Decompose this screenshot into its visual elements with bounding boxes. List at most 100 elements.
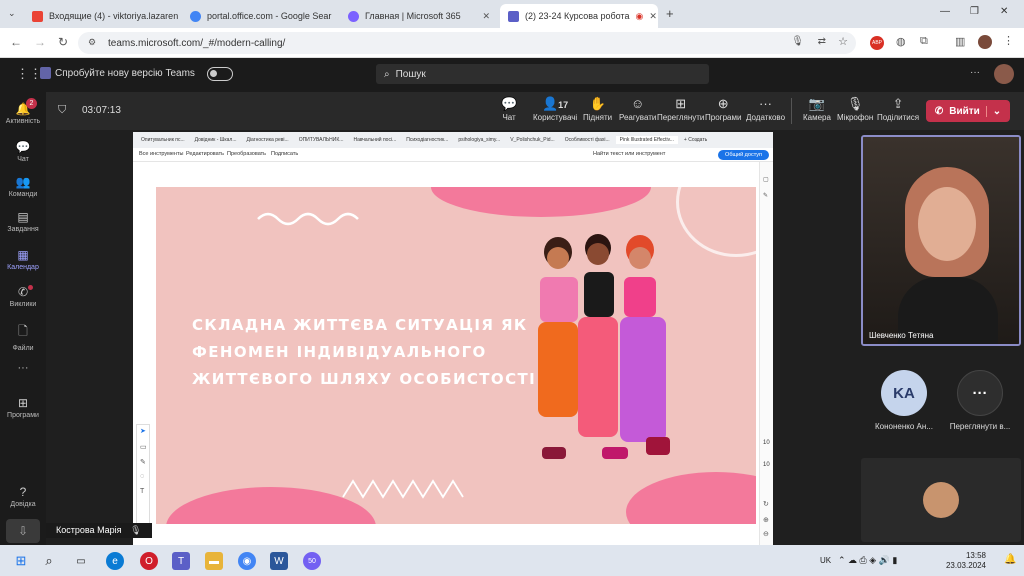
browser-tab-microsoft365[interactable]: Главная | Microsoft 365 ✕ [340,4,498,28]
close-window-icon[interactable]: ✕ [1000,6,1008,17]
more-actions-button[interactable]: ··· Додатково [746,96,785,122]
shared-tab: Опитувальник пс... [141,137,185,143]
reload-icon[interactable]: ↻ [58,35,68,49]
rail-item-help[interactable]: ? Довідка [0,485,46,508]
chrome-icon[interactable]: ◉ [238,552,256,570]
participants-panel: Шевченко Тетяна KA Кононенко Ан... ··· П… [854,130,1024,545]
shared-tab: Психодіагностик... [406,137,449,143]
rail-label: Програми [7,412,39,419]
participants-count: 17 [558,100,569,110]
viber-badge: 50 [308,557,316,565]
refresh-icon: ↻ [763,501,769,508]
close-icon[interactable]: ✕ [482,11,490,22]
raise-hand-button[interactable]: ✋ Підняти [583,96,612,122]
search-input[interactable]: ⌕ Пошук [376,64,709,84]
task-view-icon[interactable]: ▭ [72,552,90,570]
forward-icon[interactable]: → [34,35,46,49]
viber-icon[interactable]: 50 [303,552,321,570]
extension-globe-icon[interactable]: ◍ [896,35,906,48]
react-button[interactable]: ☺ Реагувати [619,96,656,122]
presenter-name-tag: Кострова Марія 🎙 [46,523,152,538]
close-icon[interactable]: ✕ [649,11,657,22]
back-icon[interactable]: ← [10,35,22,49]
browser-menu-icon[interactable]: ⋮ [1003,34,1014,47]
emoji-icon: ☺ [631,96,645,111]
user-avatar[interactable] [994,64,1014,84]
meeting-stage: Опитувальник пс... Довідник - Шкал... Діаг… [46,130,854,546]
participant-name: Кононенко Ан... [875,422,933,431]
windows-start-icon[interactable]: ⊞ [12,552,30,570]
adblock-icon[interactable]: ABP [870,36,884,50]
phone-icon: ✆ [17,285,29,299]
notifications-icon[interactable]: 🔔 [1004,554,1016,565]
participant-video-tile[interactable]: Шевченко Тетяна [861,135,1021,346]
leave-button[interactable]: ✆ Вийти ⌄ [926,100,1010,122]
slide-title-line: ФЕНОМЕН ІНДИВІДУАЛЬНОГО [192,343,487,361]
system-clock[interactable]: 13:58 23.03.2024 [946,551,986,571]
close-icon[interactable]: ✕ [337,11,338,22]
rail-item-calendar[interactable]: ▦ Календар [0,248,46,271]
restore-icon[interactable]: ❐ [970,6,979,17]
new-teams-toggle[interactable] [207,67,233,81]
profile-avatar[interactable] [978,35,992,49]
mic-icon[interactable]: 🎙 [791,36,804,47]
browser-tab-google[interactable]: portal.office.com - Google Sear ✕ [182,4,338,28]
participant-tile-ka[interactable]: KA Кононенко Ан... [872,370,936,431]
download-button[interactable]: ⇩ [6,519,40,543]
view-button[interactable]: ⊞ Переглянути [657,96,704,122]
minimize-icon[interactable]: — [940,6,950,17]
teams-header: ⋮⋮ Спробуйте нову версію Teams ⌕ Пошук ·… [0,58,1024,92]
microphone-button[interactable]: 🎙 Мікрофон [837,96,873,122]
rail-item-activity[interactable]: 🔔 2 Активність [0,98,46,125]
rail-item-assignments[interactable]: ▤ Завдання [0,210,46,233]
share-button[interactable]: ⇪ Поділитися [877,96,919,122]
shared-tab: Діагностика реві... [246,137,289,143]
mic-muted-icon: 🎙 [130,525,142,535]
tab-search-icon[interactable]: ⌄ [8,8,16,19]
rail-item-files[interactable]: 🗋 Файли [0,322,46,352]
rail-item-apps[interactable]: ⊞ Програми [0,396,46,419]
app-launcher-icon[interactable]: ⋮⋮ [16,66,42,82]
opera-icon[interactable]: O [140,552,158,570]
rail-item-more[interactable]: ··· [0,362,46,374]
tab-label: portal.office.com - Google Sear [207,11,332,21]
people-button[interactable]: 👤17 Користувачі [533,96,577,122]
microsoft365-icon [348,10,359,22]
file-explorer-icon[interactable]: ▬ [205,552,223,570]
camera-button[interactable]: 📷 Камера [803,96,831,122]
shared-pdf-sidebar: ▢ ✎ 10 10 ↻ ⊕ ⊖ [759,162,773,546]
rail-item-teams[interactable]: 👥 Команди [0,175,46,198]
browser-tab-teams[interactable]: (2) 23-24 Курсова робота ◉ ✕ [500,4,658,28]
self-video-tile[interactable] [861,458,1021,542]
url-input[interactable]: ⚙ teams.microsoft.com/_#/modern-calling/… [78,32,856,54]
site-info-icon[interactable]: ⚙ [88,37,96,48]
translate-icon[interactable]: ⇄ [818,36,826,47]
presenter-name: Кострова Марія [56,525,122,535]
side-panel-icon[interactable]: ▥ [955,35,965,48]
bookmark-star-icon[interactable]: ☆ [838,35,848,48]
tray-icons[interactable]: ⌃ ☁ ⎙ ◈ 🔊 ▮ [838,555,897,566]
new-tab-icon[interactable]: + [666,6,674,21]
meeting-timer: 03:07:13 [82,105,121,116]
button-label: Додатково [746,113,786,122]
teams-taskbar-icon[interactable]: T [172,552,190,570]
browser-tab-bar: ⌄ Входящие (4) - viktoriya.lazaren ✕ por… [0,0,1024,28]
windows-taskbar: ⊞ ⌕ ▭ e O T ▬ ◉ W 50 UK ⌃ ☁ ⎙ ◈ 🔊 ▮ 13:5… [0,545,1024,576]
more-icon: ··· [17,362,29,374]
edge-icon[interactable]: e [106,552,124,570]
tool-edit: Редактировать [186,151,224,157]
chevron-down-icon[interactable]: ⌄ [985,105,1001,117]
apps-button[interactable]: ⊕ Програми [705,96,741,122]
more-options-button[interactable]: ··· [970,67,980,78]
browser-tab-gmail[interactable]: Входящие (4) - viktoriya.lazaren ✕ [24,4,180,28]
chat-button[interactable]: 💬 Чат [501,96,517,122]
word-icon[interactable]: W [270,552,288,570]
view-all-participants[interactable]: ··· Переглянути в... [942,370,1018,431]
cursor-icon: ➤ [140,428,146,435]
language-indicator[interactable]: UK [820,556,831,565]
extensions-icon[interactable]: ⧉ [920,35,928,48]
rail-item-calls[interactable]: ✆ Виклики [0,285,46,308]
rail-label: Календар [7,264,39,271]
search-icon[interactable]: ⌕ [40,552,58,570]
rail-item-chat[interactable]: 💬 Чат [0,140,46,163]
